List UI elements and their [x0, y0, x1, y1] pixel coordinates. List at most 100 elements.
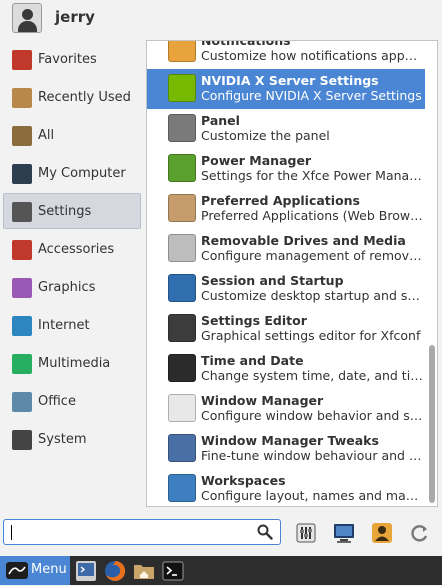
category-graphics[interactable]: Graphics	[3, 269, 141, 305]
category-my-computer[interactable]: My Computer	[3, 155, 141, 191]
category-label: Internet	[38, 318, 90, 333]
internet-icon	[12, 316, 32, 336]
app-item-time-and-date[interactable]: Time and Date Change system time, date, a…	[147, 349, 425, 389]
app-item-settings-editor[interactable]: Settings Editor Graphical settings editor…	[147, 309, 425, 349]
terminal-emulator-icon	[76, 561, 96, 581]
app-item-preferred-applications[interactable]: Preferred Applications Preferred Applicat…	[147, 189, 425, 229]
category-label: Office	[38, 394, 76, 409]
bottom-panel: Menu	[0, 556, 442, 585]
category-office[interactable]: Office	[3, 383, 141, 419]
app-name: Preferred Applications	[201, 193, 360, 208]
home-folder-icon	[134, 565, 154, 579]
app-name: Time and Date	[201, 353, 304, 368]
app-description: Graphical settings editor for Xfconf	[201, 328, 421, 343]
app-name: Window Manager	[201, 393, 324, 408]
app-item-window-manager[interactable]: Window Manager Configure window behavior …	[147, 389, 425, 429]
app-description: Fine-tune window behaviour and effects	[201, 448, 423, 463]
category-accessories[interactable]: Accessories	[3, 231, 141, 267]
session-icon	[168, 274, 196, 302]
category-favorites[interactable]: Favorites	[3, 41, 141, 77]
category-system[interactable]: System	[3, 421, 141, 457]
firefox-launcher[interactable]	[104, 560, 126, 582]
category-label: Recently Used	[38, 90, 131, 105]
app-item-workspaces[interactable]: Workspaces Configure layout, names and ma…	[147, 469, 425, 506]
search-icon[interactable]	[256, 523, 274, 541]
clock-icon	[168, 354, 196, 382]
firefox-icon	[105, 560, 126, 581]
graphics-icon	[12, 278, 32, 298]
settings-manager-icon	[296, 523, 316, 543]
multimedia-icon	[12, 354, 32, 374]
logout-button[interactable]	[408, 521, 432, 545]
app-name: Session and Startup	[201, 273, 344, 288]
app-description: Customize the panel	[201, 128, 330, 143]
menu-button[interactable]: Menu	[0, 556, 70, 585]
user-head-shape	[22, 9, 33, 20]
nvidia-icon	[168, 74, 196, 102]
system-icon	[12, 430, 32, 450]
category-label: Graphics	[38, 280, 96, 295]
battery-icon	[168, 154, 196, 182]
preferred-apps-icon	[168, 194, 196, 222]
accessories-icon	[12, 240, 32, 260]
logout-icon	[411, 525, 428, 542]
user-avatar[interactable]	[12, 3, 42, 33]
search-input[interactable]	[10, 523, 250, 541]
text-caret	[11, 525, 12, 540]
app-item-notifications[interactable]: Notifications Customize how notifications…	[147, 40, 425, 69]
category-recently-used[interactable]: Recently Used	[3, 79, 141, 115]
app-name: Power Manager	[201, 153, 312, 168]
category-label: All	[38, 128, 55, 143]
category-settings[interactable]: Settings	[3, 193, 141, 229]
app-name: Panel	[201, 113, 240, 128]
category-all[interactable]: All	[3, 117, 141, 153]
switch-user-button[interactable]	[370, 521, 394, 545]
app-name: Window Manager Tweaks	[201, 433, 379, 448]
list-scrollbar[interactable]	[429, 345, 435, 503]
app-item-panel[interactable]: Panel Customize the panel	[147, 109, 425, 149]
app-name: Workspaces	[201, 473, 286, 488]
terminal-icon	[162, 561, 184, 581]
category-label: Multimedia	[38, 356, 111, 371]
home-folder-launcher[interactable]	[133, 560, 155, 582]
wm-tweaks-icon	[168, 434, 196, 462]
settings-icon	[12, 202, 32, 222]
category-label: Settings	[38, 204, 92, 219]
computer-icon	[12, 164, 32, 184]
terminal-launcher[interactable]	[162, 560, 184, 582]
office-icon	[12, 392, 32, 412]
all-apps-icon	[12, 126, 32, 146]
category-label: My Computer	[38, 166, 126, 181]
window-manager-icon	[168, 394, 196, 422]
app-description: Settings for the Xfce Power Manager	[201, 168, 423, 183]
app-item-session-and-startup[interactable]: Session and Startup Customize desktop sta…	[147, 269, 425, 309]
app-name: Notifications	[201, 40, 291, 48]
menu-button-label: Menu	[31, 562, 67, 577]
category-multimedia[interactable]: Multimedia	[3, 345, 141, 381]
menu-header: jerry	[0, 0, 442, 38]
settings-editor-icon	[168, 314, 196, 342]
app-description: Customize desktop startup and splash scr…	[201, 288, 423, 303]
terminal-emulator-launcher[interactable]	[75, 560, 97, 582]
app-description: Configure management of removable drives	[201, 248, 423, 263]
user-body-shape	[18, 21, 37, 32]
app-item-removable-drives-and-media[interactable]: Removable Drives and Media Configure mana…	[147, 229, 425, 269]
category-label: System	[38, 432, 87, 447]
recently-used-icon	[12, 88, 32, 108]
favorites-icon	[12, 50, 32, 70]
app-name: Settings Editor	[201, 313, 307, 328]
switch-user-icon	[372, 523, 392, 543]
lock-screen-button[interactable]	[332, 521, 356, 545]
app-item-power-manager[interactable]: Power Manager Settings for the Xfce Power…	[147, 149, 425, 189]
settings-manager-button[interactable]	[294, 521, 318, 545]
app-description: Change system time, date, and timezone	[201, 368, 423, 383]
app-name: NVIDIA X Server Settings	[201, 73, 379, 88]
app-item-window-manager-tweaks[interactable]: Window Manager Tweaks Fine-tune window be…	[147, 429, 425, 469]
search-field[interactable]	[3, 519, 281, 545]
app-description: Customize how notifications appear	[201, 48, 423, 63]
app-item-nvidia-x-server-settings[interactable]: NVIDIA X Server Settings Configure NVIDIA…	[147, 69, 425, 109]
category-internet[interactable]: Internet	[3, 307, 141, 343]
category-list: Favorites Recently Used All My Computer Sett…	[3, 41, 141, 459]
category-label: Favorites	[38, 52, 97, 67]
notifications-icon	[168, 41, 196, 62]
